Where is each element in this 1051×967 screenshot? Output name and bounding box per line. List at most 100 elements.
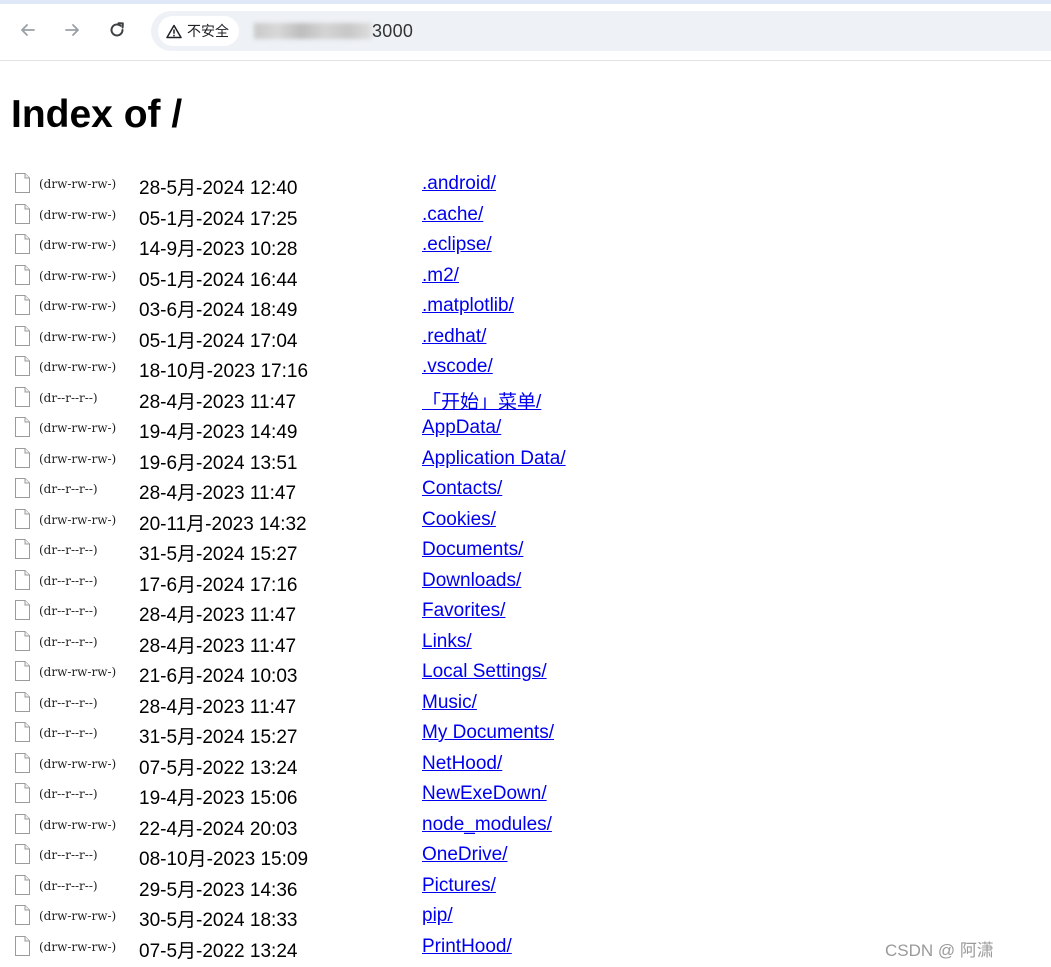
list-item: (drw-rw-rw-) 05-1月-2024 17:25 .cache/ [14, 199, 1014, 230]
modified-date: 05-1月-2024 17:04 [139, 330, 298, 352]
list-item: (dr--r--r--) 31-5月-2024 15:27 My Documents… [14, 717, 1014, 748]
permission-text: (dr--r--r--) [39, 695, 98, 710]
directory-link[interactable]: Pictures/ [422, 875, 496, 897]
directory-link[interactable]: Documents/ [422, 539, 523, 561]
list-item: (drw-rw-rw-) 30-5月-2024 18:33 pip/ [14, 900, 1014, 931]
permission-text: (dr--r--r--) [39, 543, 98, 557]
list-item: (drw-rw-rw-) 20-11月-2023 14:32 Cookies/ [14, 504, 1014, 535]
list-item: (dr--r--r--) 28-4月-2023 11:47 Music/ [14, 687, 1014, 718]
list-item: (drw-rw-rw-) 18-10月-2023 17:16 .vscode/ [14, 351, 1014, 382]
permission-text: (dr--r--r--) [39, 878, 98, 893]
modified-date: 19-6月-2024 13:51 [139, 452, 298, 474]
directory-link[interactable]: Contacts/ [422, 478, 502, 500]
permission-text: (drw-rw-rw-) [39, 177, 117, 191]
permission-text: (drw-rw-rw-) [39, 360, 117, 374]
modified-date: 29-5月-2023 14:36 [139, 879, 298, 901]
list-item: (drw-rw-rw-) 21-6月-2024 10:03 Local Settin… [14, 656, 1014, 687]
permission-text: (drw-rw-rw-) [39, 817, 117, 832]
file-icon [14, 295, 31, 315]
directory-link[interactable]: .cache/ [422, 204, 483, 226]
permission-text: (drw-rw-rw-) [39, 329, 117, 344]
directory-link[interactable]: Links/ [422, 631, 472, 653]
permission-text: (dr--r--r--) [39, 634, 98, 649]
modified-date: 31-5月-2024 15:27 [139, 727, 298, 748]
directory-link[interactable]: PrintHood/ [422, 936, 512, 958]
directory-link[interactable]: Local Settings/ [422, 661, 547, 683]
directory-link[interactable]: Music/ [422, 692, 477, 714]
modified-date: 30-5月-2024 18:33 [139, 910, 298, 931]
redacted-url-host [254, 23, 372, 39]
directory-link[interactable]: .android/ [422, 173, 496, 195]
file-icon [14, 783, 31, 803]
file-icon [14, 600, 31, 620]
permission-text: (dr--r--r--) [39, 573, 98, 588]
directory-link[interactable]: .vscode/ [422, 356, 493, 378]
directory-link[interactable]: Cookies/ [422, 509, 496, 531]
modified-date: 28-4月-2023 11:47 [139, 696, 297, 718]
list-item: (drw-rw-rw-) 22-4月-2024 20:03 node_modules… [14, 809, 1014, 840]
modified-date: 18-10月-2023 17:16 [139, 361, 309, 382]
directory-link[interactable]: OneDrive/ [422, 844, 508, 866]
directory-link[interactable]: .matplotlib/ [422, 295, 514, 317]
directory-link[interactable]: My Documents/ [422, 722, 554, 744]
permission-text: (drw-rw-rw-) [39, 421, 117, 435]
file-icon [14, 935, 31, 956]
modified-date: 05-1月-2024 16:44 [139, 269, 298, 291]
directory-link[interactable]: AppData/ [422, 417, 501, 439]
directory-link[interactable]: .m2/ [422, 265, 459, 287]
file-icon [14, 874, 31, 895]
file-icon [14, 203, 31, 224]
permission-text: (drw-rw-rw-) [39, 909, 117, 923]
modified-date: 19-4月-2023 15:06 [139, 788, 298, 809]
permission-text: (drw-rw-rw-) [39, 665, 117, 679]
file-icon [14, 630, 31, 651]
forward-button[interactable] [58, 16, 86, 44]
security-indicator[interactable]: 不安全 [158, 16, 239, 46]
permission-text: (dr--r--r--) [39, 604, 98, 618]
file-icon [14, 813, 31, 834]
file-icon [14, 478, 31, 498]
list-item: (drw-rw-rw-) 03-6月-2024 18:49 .matplotlib/ [14, 290, 1014, 321]
watermark: CSDN @ 阿潇 [885, 941, 994, 960]
modified-date: 08-10月-2023 15:09 [139, 849, 309, 870]
file-icon [14, 325, 31, 346]
file-icon [14, 417, 31, 437]
directory-link[interactable]: Downloads/ [422, 570, 521, 592]
list-item: (drw-rw-rw-) 05-1月-2024 17:04 .redhat/ [14, 321, 1014, 352]
address-bar[interactable]: 不安全 3000 [151, 11, 1051, 51]
directory-link[interactable]: NetHood/ [422, 753, 502, 775]
directory-link[interactable]: .eclipse/ [422, 234, 492, 256]
directory-link[interactable]: pip/ [422, 905, 453, 927]
url-text[interactable]: 3000 [372, 21, 413, 42]
file-icon [14, 752, 31, 773]
file-icon [14, 844, 31, 864]
directory-link[interactable]: node_modules/ [422, 814, 552, 836]
file-icon [14, 661, 31, 681]
modified-date: 07-5月-2022 13:24 [139, 940, 298, 962]
file-icon [14, 539, 31, 559]
tab-strip-edge [0, 0, 1051, 4]
list-item: (dr--r--r--) 19-4月-2023 15:06 NewExeDown/ [14, 778, 1014, 809]
permission-text: (dr--r--r--) [39, 726, 98, 740]
back-button[interactable] [14, 16, 42, 44]
arrow-left-icon [21, 24, 35, 36]
file-icon [14, 691, 31, 712]
modified-date: 28-4月-2023 11:47 [139, 605, 297, 626]
directory-link[interactable]: 「开始」菜单/ [422, 387, 541, 414]
modified-date: 22-4月-2024 20:03 [139, 818, 298, 840]
directory-link[interactable]: .redhat/ [422, 326, 486, 348]
permission-text: (drw-rw-rw-) [39, 512, 117, 527]
list-item: (dr--r--r--) 17-6月-2024 17:16 Downloads/ [14, 565, 1014, 596]
modified-date: 05-1月-2024 17:25 [139, 208, 298, 230]
reload-icon [110, 22, 124, 37]
modified-date: 07-5月-2022 13:24 [139, 757, 298, 779]
modified-date: 03-6月-2024 18:49 [139, 300, 298, 321]
list-item: (drw-rw-rw-) 07-5月-2022 13:24 NetHood/ [14, 748, 1014, 779]
reload-button[interactable] [103, 16, 131, 44]
arrow-right-icon [65, 24, 79, 36]
directory-link[interactable]: Favorites/ [422, 600, 505, 622]
file-icon [14, 722, 31, 742]
list-item: (dr--r--r--) 28-4月-2023 11:47 Contacts/ [14, 473, 1014, 504]
directory-link[interactable]: NewExeDown/ [422, 783, 547, 805]
directory-link[interactable]: Application Data/ [422, 448, 566, 470]
